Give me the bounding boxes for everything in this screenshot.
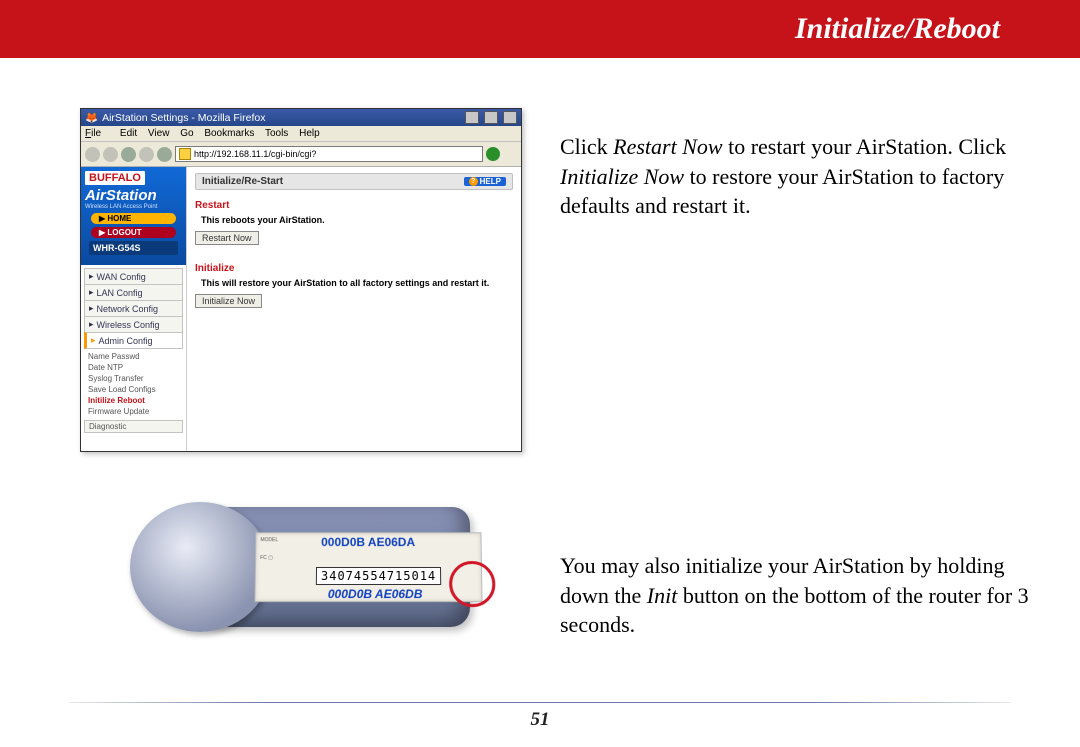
- home-button[interactable]: ▶ HOME: [91, 213, 176, 224]
- router-serial: 34074554715014: [316, 567, 441, 585]
- reload-icon[interactable]: [121, 147, 136, 162]
- restart-heading: Restart: [195, 200, 513, 211]
- brand-airstation: AirStation: [85, 187, 182, 204]
- page-number: 51: [531, 709, 550, 730]
- subnav-firmware[interactable]: Firmware Update: [84, 406, 183, 417]
- brand-buffalo: BUFFALO: [85, 171, 145, 185]
- router-photo: 000D0B AE06DA MODEL FC ▢ 34074554715014 …: [90, 502, 490, 642]
- stop-icon[interactable]: [139, 147, 154, 162]
- window-title: AirStation Settings - Mozilla Firefox: [102, 112, 265, 124]
- menu-view[interactable]: View: [148, 128, 170, 139]
- home-icon[interactable]: [157, 147, 172, 162]
- instruction-paragraph-2: You may also initialize your AirStation …: [560, 551, 1030, 640]
- initialize-description: This will restore your AirStation to all…: [201, 278, 513, 288]
- init-term: Init: [647, 583, 678, 608]
- restart-now-term: Restart Now: [613, 134, 722, 159]
- instruction-paragraph-1: Click Restart Now to restart your AirSta…: [560, 132, 1030, 221]
- browser-menubar: File Edit View Go Bookmarks Tools Help: [81, 126, 521, 142]
- router-mac-bottom: 000D0B AE06DB: [328, 587, 423, 601]
- menu-tools[interactable]: Tools: [265, 128, 288, 139]
- model-badge: WHR-G54S: [89, 241, 178, 255]
- subnav-initreboot[interactable]: Initilize Reboot: [84, 395, 183, 406]
- subnav-list: Name Passwd Date NTP Syslog Transfer Sav…: [84, 351, 183, 433]
- content-area: 🦊 AirStation Settings - Mozilla Firefox …: [0, 58, 1080, 662]
- menu-help[interactable]: Help: [299, 128, 320, 139]
- router-disc: [130, 502, 270, 632]
- fcc-icon: FC ▢: [260, 555, 273, 561]
- go-icon[interactable]: [486, 147, 500, 161]
- forward-icon[interactable]: [103, 147, 118, 162]
- close-icon[interactable]: [503, 111, 517, 124]
- menu-file[interactable]: File: [85, 128, 109, 139]
- section-tab-label: Initialize/Re-Start: [202, 176, 283, 187]
- menu-go[interactable]: Go: [180, 128, 193, 139]
- minimize-icon[interactable]: [465, 111, 479, 124]
- subnav-diagnostic[interactable]: Diagnostic: [84, 420, 183, 433]
- footer-divider: [70, 702, 1010, 703]
- subnav-syslog[interactable]: Syslog Transfer: [84, 373, 183, 384]
- subnav-saveload[interactable]: Save Load Configs: [84, 384, 183, 395]
- nav-wireless[interactable]: ▸Wireless Config: [84, 316, 183, 332]
- restart-now-button[interactable]: Restart Now: [195, 231, 259, 245]
- section-tab: Initialize/Re-Start HELP: [195, 173, 513, 190]
- sidebar: BUFFALO AirStation Wireless LAN Access P…: [81, 167, 187, 451]
- subnav-name[interactable]: Name Passwd: [84, 351, 183, 362]
- init-button-highlight-icon: [449, 561, 496, 607]
- back-icon[interactable]: [85, 147, 100, 162]
- header-bar: Initialize/Reboot: [0, 0, 1080, 58]
- nav-admin[interactable]: ▸Admin Config: [84, 332, 183, 349]
- right-column: Click Restart Now to restart your AirSta…: [560, 108, 1030, 662]
- router-smalltext: MODEL: [260, 537, 278, 543]
- search-icon[interactable]: [503, 147, 517, 161]
- browser-screenshot: 🦊 AirStation Settings - Mozilla Firefox …: [80, 108, 522, 452]
- url-text: http://192.168.11.1/cgi-bin/cgi?: [194, 149, 316, 159]
- help-button[interactable]: HELP: [464, 177, 506, 186]
- page-body: BUFFALO AirStation Wireless LAN Access P…: [81, 167, 521, 451]
- menu-edit[interactable]: Edit: [120, 128, 137, 139]
- firefox-icon: 🦊: [85, 111, 98, 124]
- menu-bookmarks[interactable]: Bookmarks: [204, 128, 254, 139]
- logout-button[interactable]: ▶ LOGOUT: [91, 227, 176, 238]
- nav-wan[interactable]: ▸WAN Config: [84, 268, 183, 284]
- router-mac-top: 000D0B AE06DA: [321, 535, 415, 549]
- brand-subtitle: Wireless LAN Access Point: [85, 204, 182, 210]
- site-icon: [179, 148, 191, 160]
- maximize-icon[interactable]: [484, 111, 498, 124]
- browser-toolbar: http://192.168.11.1/cgi-bin/cgi?: [81, 142, 521, 167]
- restart-description: This reboots your AirStation.: [201, 215, 513, 225]
- subnav-date[interactable]: Date NTP: [84, 362, 183, 373]
- main-pane: Initialize/Re-Start HELP Restart This re…: [187, 167, 521, 451]
- page-footer: 51: [0, 702, 1080, 731]
- page-title: Initialize/Reboot: [795, 12, 1000, 46]
- initialize-heading: Initialize: [195, 263, 513, 274]
- initialize-now-button[interactable]: Initialize Now: [195, 294, 262, 308]
- router-label: 000D0B AE06DA MODEL FC ▢ 34074554715014 …: [254, 532, 482, 602]
- initialize-now-term: Initialize Now: [560, 164, 684, 189]
- address-bar[interactable]: http://192.168.11.1/cgi-bin/cgi?: [175, 146, 483, 162]
- left-column: 🦊 AirStation Settings - Mozilla Firefox …: [80, 108, 525, 662]
- window-titlebar: 🦊 AirStation Settings - Mozilla Firefox: [81, 109, 521, 126]
- nav-network[interactable]: ▸Network Config: [84, 300, 183, 316]
- brand-block: BUFFALO AirStation Wireless LAN Access P…: [81, 167, 186, 265]
- nav-list: ▸WAN Config ▸LAN Config ▸Network Config …: [84, 268, 183, 349]
- nav-lan[interactable]: ▸LAN Config: [84, 284, 183, 300]
